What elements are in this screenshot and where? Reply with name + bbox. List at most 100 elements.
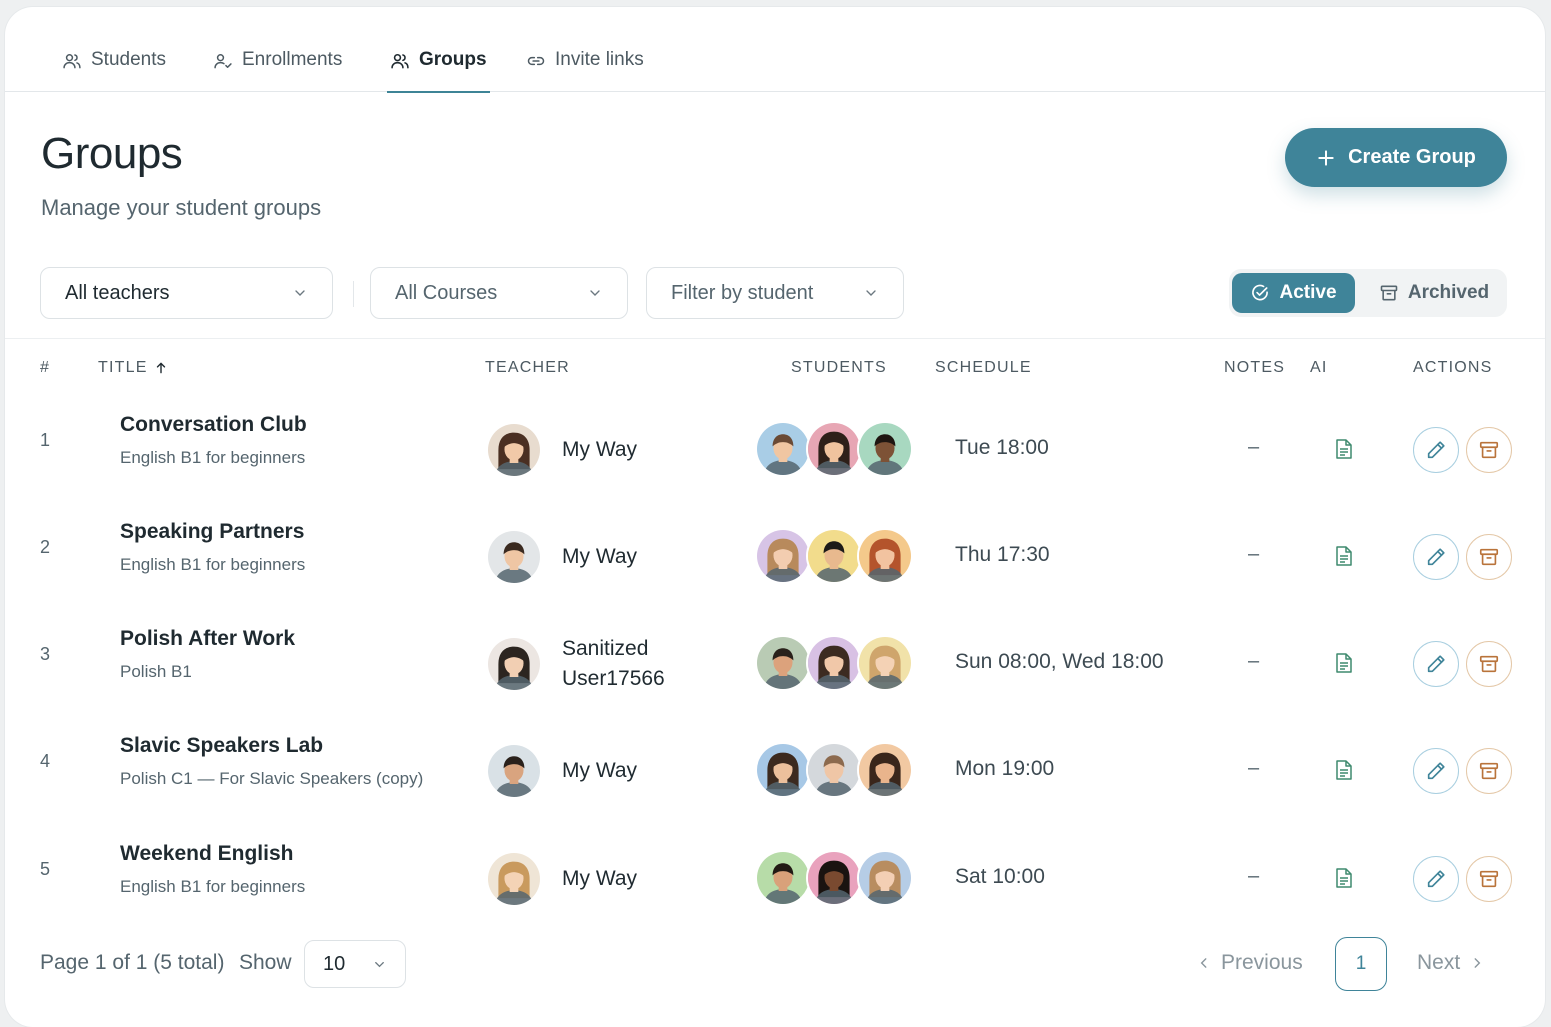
student-avatar (857, 528, 913, 584)
teacher-name-line1: Sanitized (562, 637, 649, 660)
group-course: Polish C1 — For Slavic Speakers (copy) (120, 769, 424, 788)
course-filter[interactable]: All Courses (370, 267, 628, 319)
teacher-name-line2: User17566 (562, 667, 665, 690)
group-schedule: Tue 18:00 (955, 436, 1049, 459)
teacher-avatar (486, 636, 542, 692)
table-row[interactable]: 2 Speaking Partners English B1 for begin… (5, 503, 1545, 611)
column-ai: AI (1310, 359, 1328, 376)
ai-summary-button[interactable] (1334, 652, 1354, 674)
teacher-avatar (486, 743, 542, 799)
page-info: Page 1 of 1 (5 total) (40, 951, 225, 974)
user-check-icon (214, 54, 232, 69)
plus-icon (1318, 149, 1334, 166)
create-group-label: Create Group (1348, 146, 1476, 168)
groups-panel: Students Enrollments Groups Invite links… (5, 7, 1545, 1027)
archive-button[interactable] (1466, 427, 1512, 473)
teacher-name: Sanitized User17566 (562, 634, 665, 694)
teacher-filter[interactable]: All teachers (40, 267, 333, 319)
student-avatar (857, 850, 913, 906)
group-title[interactable]: Slavic Speakers Lab (120, 734, 323, 758)
previous-page-button[interactable]: Previous (1197, 951, 1303, 975)
archive-button[interactable] (1466, 856, 1512, 902)
student-avatar (755, 635, 811, 691)
tab-students[interactable]: Students (62, 49, 166, 92)
next-label: Next (1417, 951, 1461, 974)
sort-ascending-icon (156, 362, 165, 374)
ai-summary-button[interactable] (1334, 438, 1354, 460)
ai-summary-icon (1336, 653, 1352, 673)
tab-groups[interactable]: Groups (387, 49, 490, 93)
edit-button[interactable] (1413, 427, 1459, 473)
previous-label: Previous (1221, 951, 1303, 974)
teacher-name-line1: My Way (562, 867, 638, 890)
chevron-down-icon (590, 290, 600, 296)
tab-label: Groups (419, 49, 487, 70)
column-schedule: SCHEDULE (935, 359, 1032, 376)
student-filter-placeholder: Filter by student (671, 281, 814, 304)
column-title-label: TITLE (98, 359, 148, 376)
table-row[interactable]: 4 Slavic Speakers Lab Polish C1 — For Sl… (5, 717, 1545, 825)
group-schedule: Sat 10:00 (955, 865, 1045, 888)
group-schedule: Thu 17:30 (955, 543, 1050, 566)
tab-label: Invite links (555, 49, 644, 70)
pencil-icon (1427, 441, 1445, 459)
create-group-button[interactable]: Create Group (1285, 128, 1507, 187)
chevron-down-icon (375, 961, 384, 967)
course-filter-value: All Courses (395, 281, 498, 304)
table-row[interactable]: 1 Conversation Club English B1 for begin… (5, 396, 1545, 504)
archive-icon (1479, 655, 1499, 673)
ai-summary-button[interactable] (1334, 867, 1354, 889)
student-filter[interactable]: Filter by student (646, 267, 904, 319)
teacher-name: My Way (562, 756, 637, 786)
row-number: 4 (40, 751, 51, 771)
student-avatar (857, 421, 913, 477)
page-size-select[interactable]: 10 (304, 940, 406, 988)
column-notes: NOTES (1224, 359, 1286, 376)
next-page-button[interactable]: Next (1417, 951, 1484, 975)
archive-icon (1479, 870, 1499, 888)
page-title: Groups (41, 129, 183, 178)
archive-icon (1479, 548, 1499, 566)
student-avatar (755, 742, 811, 798)
active-toggle[interactable]: Active (1232, 273, 1355, 313)
group-notes: – (1248, 865, 1260, 887)
chevron-down-icon (866, 290, 876, 296)
archived-toggle[interactable]: Archived (1365, 273, 1503, 313)
page-button-current[interactable]: 1 (1335, 937, 1387, 991)
teacher-name: My Way (562, 864, 637, 894)
row-number: 5 (40, 859, 51, 879)
group-title[interactable]: Weekend English (120, 842, 294, 866)
row-number: 1 (40, 430, 51, 450)
student-avatar (755, 528, 811, 584)
ai-summary-button[interactable] (1334, 759, 1354, 781)
tab-bar: Students Enrollments Groups Invite links (5, 7, 1545, 93)
tab-enrollments[interactable]: Enrollments (213, 49, 342, 92)
active-label: Active (1279, 282, 1337, 303)
edit-button[interactable] (1413, 534, 1459, 580)
chevron-down-icon (295, 290, 305, 296)
archive-button[interactable] (1466, 534, 1512, 580)
ai-summary-button[interactable] (1334, 545, 1354, 567)
group-title[interactable]: Polish After Work (120, 627, 295, 651)
column-students: STUDENTS (791, 359, 887, 376)
ai-summary-icon (1336, 439, 1352, 459)
column-title[interactable]: TITLE (98, 359, 168, 377)
table-divider (5, 338, 1545, 339)
group-title[interactable]: Speaking Partners (120, 520, 304, 544)
edit-button[interactable] (1413, 856, 1459, 902)
tab-invite-links[interactable]: Invite links (526, 49, 644, 92)
student-avatar (857, 742, 913, 798)
link-icon (527, 56, 545, 66)
table-row[interactable]: 5 Weekend English English B1 for beginne… (5, 825, 1545, 933)
group-course: English B1 for beginners (120, 877, 306, 896)
table-row[interactable]: 3 Polish After Work Polish B1 Sanitized … (5, 610, 1545, 718)
group-title[interactable]: Conversation Club (120, 413, 307, 437)
edit-button[interactable] (1413, 748, 1459, 794)
teacher-filter-value: All teachers (65, 281, 170, 304)
student-avatar (806, 421, 862, 477)
archive-button[interactable] (1466, 641, 1512, 687)
tab-label: Enrollments (242, 49, 343, 70)
group-course: English B1 for beginners (120, 448, 306, 467)
archive-button[interactable] (1466, 748, 1512, 794)
edit-button[interactable] (1413, 641, 1459, 687)
